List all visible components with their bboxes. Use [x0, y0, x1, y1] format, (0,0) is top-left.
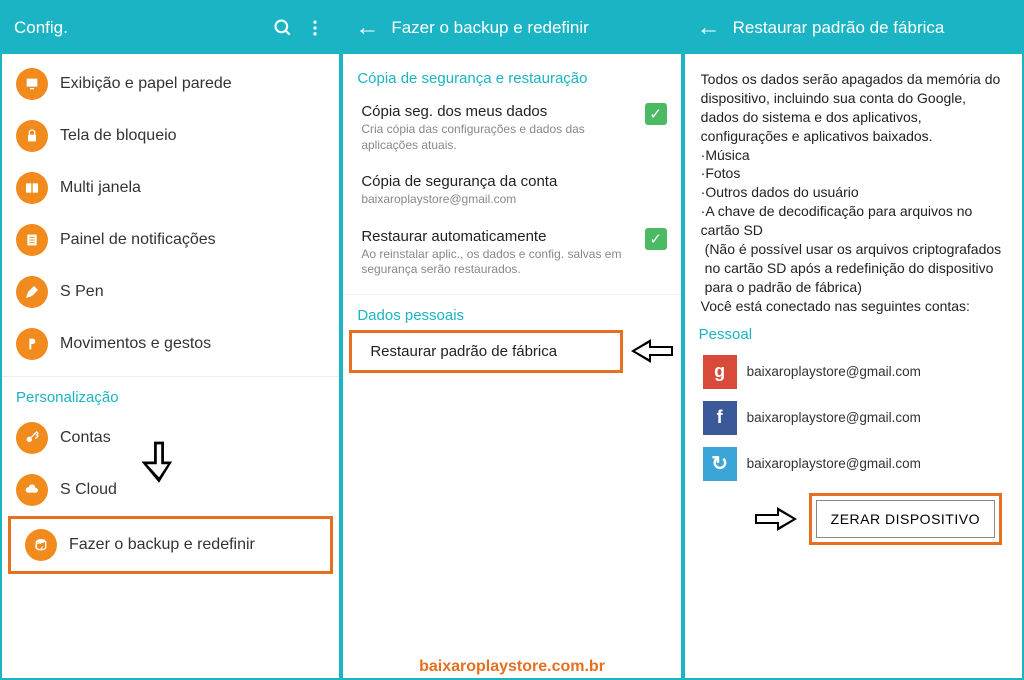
lock-icon [16, 120, 48, 152]
item-display[interactable]: Exibição e papel parede [2, 58, 339, 110]
reset-device-button[interactable]: ZERAR DISPOSITIVO [816, 500, 995, 538]
setting-title: Cópia de segurança da conta [361, 173, 666, 190]
bullet: ·Outros dados do usuário [701, 184, 859, 200]
account-google[interactable]: g baixaroplaystore@gmail.com [685, 349, 1022, 395]
item-label: Painel de notificações [60, 231, 216, 249]
info-connected: Você está conectado nas seguintes contas… [701, 298, 970, 314]
highlight-factory-reset: Restaurar padrão de fábrica [349, 330, 622, 373]
setting-backup-account[interactable]: Cópia de segurança da conta baixaroplays… [343, 163, 680, 218]
account-email: baixaroplaystore@gmail.com [747, 410, 921, 425]
item-notifications[interactable]: Painel de notificações [2, 214, 339, 266]
arrow-down-icon [142, 440, 176, 484]
setting-title: Restaurar padrão de fábrica [370, 343, 557, 360]
item-label: Multi janela [60, 179, 141, 197]
item-lockscreen[interactable]: Tela de bloqueio [2, 110, 339, 162]
item-motions[interactable]: Movimentos e gestos [2, 318, 339, 370]
setting-title: Restaurar automaticamente [361, 228, 636, 245]
panel-icon [16, 224, 48, 256]
item-spen[interactable]: S Pen [2, 266, 339, 318]
setting-subtitle: baixaroplaystore@gmail.com [361, 192, 666, 208]
account-email: baixaroplaystore@gmail.com [747, 364, 921, 379]
account-facebook[interactable]: f baixaroplaystore@gmail.com [685, 395, 1022, 441]
reset-screen: ← Restaurar padrão de fábrica Todos os d… [685, 2, 1022, 678]
arrow-right-icon [753, 505, 799, 533]
account-sync[interactable]: ↻ baixaroplaystore@gmail.com [685, 441, 1022, 487]
header-config: Config. [2, 2, 339, 54]
config-screen: Config. Exibição e papel parede Tela de … [2, 2, 339, 678]
setting-backup-data[interactable]: Cópia seg. dos meus dados Cria cópia das… [343, 93, 680, 163]
key-icon [16, 422, 48, 454]
header-title: Restaurar padrão de fábrica [733, 18, 1010, 38]
display-icon [16, 68, 48, 100]
reset-content: Todos os dados serão apagados da memória… [685, 54, 1022, 678]
arrow-left-icon [629, 336, 675, 366]
backup-content: Cópia de segurança e restauração Cópia s… [343, 54, 680, 678]
section-copy-restore: Cópia de segurança e restauração [343, 58, 680, 93]
back-icon[interactable]: ← [697, 14, 721, 42]
motion-icon [16, 328, 48, 360]
item-label: Exibição e papel parede [60, 75, 232, 93]
header-title: Config. [14, 18, 263, 38]
highlight-reset-button: ZERAR DISPOSITIVO [809, 493, 1002, 545]
cloud-icon [16, 474, 48, 506]
setting-auto-restore[interactable]: Restaurar automaticamente Ao reinstalar … [343, 218, 680, 288]
watermark: baixaroplaystore.com.br [419, 658, 605, 676]
checkbox-checked-icon[interactable]: ✓ [645, 103, 667, 125]
bullet: ·Fotos [701, 165, 741, 181]
item-label: Fazer o backup e redefinir [69, 536, 255, 554]
header-title: Fazer o backup e redefinir [391, 18, 668, 38]
setting-title: Cópia seg. dos meus dados [361, 103, 636, 120]
highlight-backup: Fazer o backup e redefinir [8, 516, 333, 574]
section-personal: Pessoal [685, 320, 1022, 349]
checkbox-checked-icon[interactable]: ✓ [645, 228, 667, 250]
item-backup-reset[interactable]: Fazer o backup e redefinir [11, 519, 330, 571]
item-label: Tela de bloqueio [60, 127, 177, 145]
config-content: Exibição e papel parede Tela de bloqueio… [2, 54, 339, 678]
header-reset: ← Restaurar padrão de fábrica [685, 2, 1022, 54]
multiwindow-icon [16, 172, 48, 204]
section-personalization: Personalização [2, 376, 339, 412]
more-icon[interactable] [303, 16, 327, 40]
info-note: (Não é possível usar os arquivos criptog… [701, 240, 1006, 297]
facebook-icon: f [703, 401, 737, 435]
item-multiwindow[interactable]: Multi janela [2, 162, 339, 214]
bullet: ·Música [701, 147, 750, 163]
back-icon[interactable]: ← [355, 14, 379, 42]
setting-subtitle: Ao reinstalar aplic., os dados e config.… [361, 247, 636, 278]
item-label: S Pen [60, 283, 104, 301]
search-icon[interactable] [271, 16, 295, 40]
item-label: Contas [60, 429, 111, 447]
sync-icon: ↻ [703, 447, 737, 481]
info-main: Todos os dados serão apagados da memória… [701, 71, 1001, 144]
google-icon: g [703, 355, 737, 389]
bullet: ·A chave de decodificação para arquivos … [701, 203, 973, 238]
item-label: S Cloud [60, 481, 117, 499]
item-factory-reset[interactable]: Restaurar padrão de fábrica [352, 333, 619, 370]
account-email: baixaroplaystore@gmail.com [747, 456, 921, 471]
pen-icon [16, 276, 48, 308]
backup-icon [25, 529, 57, 561]
info-text: Todos os dados serão apagados da memória… [685, 58, 1022, 320]
section-personal-data: Dados pessoais [343, 294, 680, 330]
backup-screen: ← Fazer o backup e redefinir Cópia de se… [343, 2, 680, 678]
setting-subtitle: Cria cópia das configurações e dados das… [361, 122, 636, 153]
item-label: Movimentos e gestos [60, 335, 211, 353]
header-backup: ← Fazer o backup e redefinir [343, 2, 680, 54]
